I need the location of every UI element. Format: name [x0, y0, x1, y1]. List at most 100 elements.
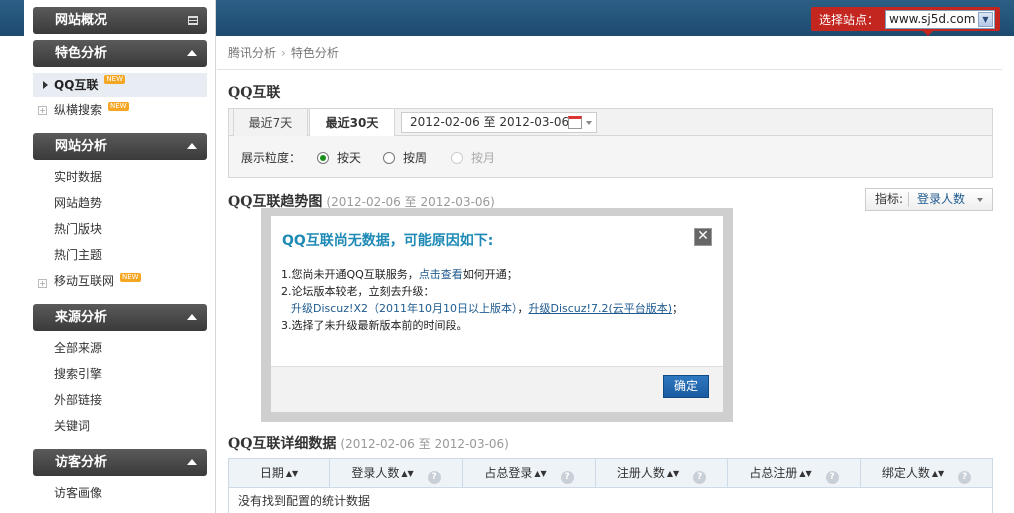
reason-text: 如何开通； [462, 268, 518, 281]
site-selector: 选择站点： www.sj5d.com ▼ [810, 7, 1000, 36]
radio-button [451, 152, 463, 164]
sidebar: 网站概况 特色分析 QQ互联 NEW + 纵横搜索 NEW 网站分析 实时数据 网站… [24, 0, 216, 513]
sidebar-section-feature[interactable]: 特色分析 [33, 40, 207, 67]
divider [908, 192, 909, 207]
radio-label: 按周 [403, 151, 428, 165]
tab-last-7-days[interactable]: 最近7天 [233, 108, 308, 137]
sidebar-item-vertical-search[interactable]: 纵横搜索 NEW [54, 100, 129, 120]
column-header-registrations[interactable]: 注册人数 ▲▼? [596, 459, 728, 487]
chevron-down-icon[interactable] [977, 198, 983, 202]
sidebar-item-external-links[interactable]: 外部链接 [54, 390, 102, 410]
close-icon[interactable]: ✕ [694, 228, 712, 246]
site-select-dropdown[interactable]: www.sj5d.com ▼ [885, 9, 995, 29]
sort-icon[interactable]: ▲▼ [286, 460, 298, 488]
breadcrumb-item[interactable]: 腾讯分析 [228, 46, 276, 60]
breadcrumb-item: 特色分析 [290, 46, 339, 60]
date-range-picker[interactable]: 2012-02-06 至 2012-03-06 [401, 112, 597, 133]
new-badge: NEW [120, 273, 141, 282]
calendar-icon[interactable] [568, 116, 582, 129]
detail-data-title: QQ互联详细数据 (2012-02-06 至 2012-03-06) [228, 433, 509, 453]
column-header-logins[interactable]: 登录人数 ▲▼? [330, 459, 463, 487]
sort-icon[interactable]: ▲▼ [534, 460, 546, 488]
period-tabs: 最近7天 最近30天 2012-02-06 至 2012-03-06 [228, 108, 993, 138]
expand-plus-icon[interactable]: + [38, 279, 47, 288]
collapse-icon[interactable] [187, 50, 197, 56]
divider [217, 69, 1002, 70]
sidebar-item-qq-connect[interactable]: QQ互联 NEW [33, 73, 207, 97]
column-label: 注册人数 [616, 466, 665, 480]
no-data-dialog: QQ互联尚无数据，可能原因如下: ✕ 1.您尚未开通QQ互联服务，点击查看如何开… [271, 216, 723, 412]
view-link[interactable]: 点击查看 [419, 268, 463, 281]
chevron-down-icon[interactable] [586, 121, 592, 125]
column-header-registration-share[interactable]: 占总注册 ▲▼? [728, 459, 861, 487]
sidebar-section-site-analysis[interactable]: 网站分析 [33, 133, 207, 160]
granularity-label: 展示粒度： [241, 151, 302, 165]
radio-button[interactable] [317, 152, 329, 164]
collapse-icon[interactable] [187, 143, 197, 149]
sidebar-item-search-engines[interactable]: 搜索引擎 [54, 364, 102, 384]
page-title: QQ互联 [228, 85, 281, 101]
help-icon[interactable]: ? [560, 471, 574, 484]
help-icon[interactable]: ? [693, 471, 707, 484]
chevron-down-icon[interactable]: ▼ [978, 11, 993, 27]
collapse-icon[interactable] [187, 314, 197, 320]
sort-icon[interactable]: ▲▼ [667, 460, 679, 488]
column-header-date[interactable]: 日期 ▲▼ [229, 459, 330, 487]
sidebar-item-label: 纵横搜索 [54, 103, 103, 117]
radio-label: 按天 [337, 151, 362, 165]
detail-table: 日期 ▲▼ 登录人数 ▲▼? 占总登录 ▲▼? 注册人数 ▲▼? 占总注册 ▲▼? 绑定人… [228, 458, 993, 513]
tab-last-30-days[interactable]: 最近30天 [309, 108, 395, 138]
section-label: 网站分析 [55, 139, 108, 154]
column-label: 登录人数 [351, 466, 400, 480]
section-label: 来源分析 [55, 310, 108, 325]
sidebar-item-label: 移动互联网 [54, 274, 115, 288]
sidebar-item-label: 外部链接 [54, 393, 103, 407]
ok-button[interactable]: 确定 [663, 375, 709, 398]
sort-icon[interactable]: ▲▼ [932, 460, 944, 488]
list-icon [188, 16, 198, 25]
column-header-bindings[interactable]: 绑定人数 ▲▼? [861, 459, 992, 487]
empty-table-row: 没有找到配置的统计数据 [228, 488, 993, 513]
sidebar-item-all-sources[interactable]: 全部来源 [54, 338, 102, 358]
sidebar-item-label: 实时数据 [54, 170, 103, 184]
radio-by-day[interactable]: 按天 [317, 149, 361, 166]
expand-plus-icon[interactable]: + [38, 106, 47, 115]
upgrade-x2-link[interactable]: 升级Discuz!X2（2011年10月10日以上版本） [291, 302, 517, 315]
column-header-login-share[interactable]: 占总登录 ▲▼? [463, 459, 596, 487]
radio-by-week[interactable]: 按周 [383, 149, 427, 166]
indicator-label: 指标: [875, 192, 904, 206]
sidebar-item-label: 搜索引擎 [54, 367, 103, 381]
radio-label: 按月 [471, 151, 496, 165]
reason-2: 2.论坛版本较老，立刻去升级： [281, 285, 435, 298]
help-icon[interactable]: ? [427, 471, 441, 484]
trend-date-range: (2012-02-06 至 2012-03-06) [326, 195, 495, 209]
detail-date-range: (2012-02-06 至 2012-03-06) [340, 437, 509, 451]
radio-button[interactable] [383, 152, 395, 164]
no-data-dialog-frame: QQ互联尚无数据，可能原因如下: ✕ 1.您尚未开通QQ互联服务，点击查看如何开… [261, 208, 733, 422]
sidebar-item-realtime[interactable]: 实时数据 [54, 167, 102, 187]
new-badge: NEW [108, 102, 129, 111]
collapse-icon[interactable] [187, 459, 197, 465]
sort-icon[interactable]: ▲▼ [401, 460, 413, 488]
help-icon[interactable]: ? [825, 471, 839, 484]
sort-icon[interactable]: ▲▼ [799, 460, 811, 488]
sidebar-item-trend[interactable]: 网站趋势 [54, 193, 102, 213]
sidebar-item-mobile[interactable]: 移动互联网 NEW [54, 271, 141, 291]
section-label: 访客分析 [55, 455, 108, 470]
sidebar-item-keywords[interactable]: 关键词 [54, 416, 90, 436]
sidebar-section-overview[interactable]: 网站概况 [33, 7, 207, 34]
sidebar-section-source[interactable]: 来源分析 [33, 304, 207, 331]
sidebar-section-visitors[interactable]: 访客分析 [33, 449, 207, 476]
sidebar-item-hot-topics[interactable]: 热门主题 [54, 245, 102, 265]
sidebar-item-label: 热门版块 [54, 222, 103, 236]
separator-text: ； [672, 302, 684, 315]
separator-text: ， [517, 302, 529, 315]
help-icon[interactable]: ? [958, 471, 972, 484]
sidebar-item-hot-boards[interactable]: 热门版块 [54, 219, 102, 239]
sidebar-item-label: 全部来源 [54, 341, 103, 355]
indicator-select[interactable]: 指标: 登录人数 [865, 188, 993, 211]
caret-right-icon [43, 81, 48, 89]
new-badge: NEW [104, 75, 125, 84]
sidebar-item-visitor-profile[interactable]: 访客画像 [54, 483, 102, 503]
upgrade-72-link[interactable]: 升级Discuz!7.2(云平台版本) [528, 302, 672, 315]
